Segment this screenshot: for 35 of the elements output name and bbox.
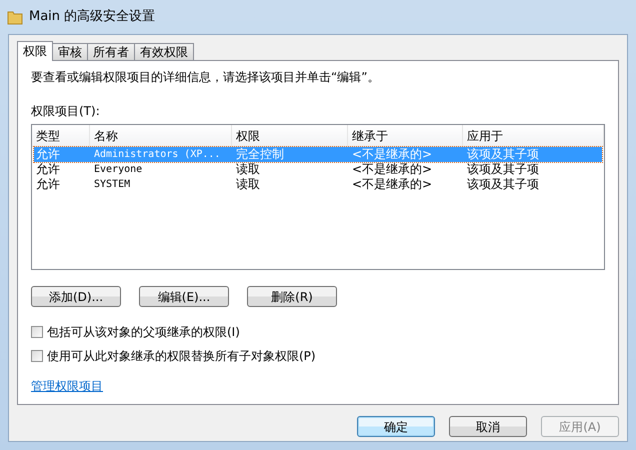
table-cell-text: 该项及其子项	[466, 147, 540, 162]
table-cell-text: <不是继承的>	[351, 147, 434, 162]
table-cell-text: 允许	[35, 162, 61, 177]
table-cell-text: 该项及其子项	[466, 177, 540, 192]
table-cell-text: 允许	[35, 147, 61, 162]
list-label: 权限项目(T):	[31, 103, 101, 120]
dialog-button[interactable]: 取消	[449, 416, 527, 437]
dialog-button[interactable]: 确定	[357, 416, 435, 437]
checkbox-label: 使用可从此对象继承的权限替换所有子对象权限(P)	[47, 348, 316, 365]
list-row[interactable]: 允许 SYSTEM 读取 <不是继承的> 该项及其子项	[34, 177, 602, 192]
table-cell-text: 该项及其子项	[466, 162, 540, 177]
list-button[interactable]: 删除(R)	[247, 286, 337, 307]
table-cell-text: 读取	[235, 162, 261, 177]
table-cell-text: SYSTEM	[93, 178, 132, 192]
table-cell-text: 允许	[35, 177, 61, 192]
list-button[interactable]: 编辑(E)...	[139, 286, 229, 307]
tab[interactable]: 有效权限	[134, 43, 194, 60]
manage-permissions-link[interactable]: 管理权限项目	[31, 379, 103, 393]
checkbox[interactable]	[31, 350, 43, 362]
tab[interactable]: 所有者	[87, 43, 135, 60]
list-button[interactable]: 添加(D)...	[31, 286, 121, 307]
checkbox-label: 包括可从该对象的父项继承的权限(I)	[47, 324, 240, 341]
tab[interactable]: 权限	[17, 41, 53, 61]
description-text: 要查看或编辑权限项目的详细信息，请选择该项目并单击“编辑”。	[31, 69, 380, 86]
table-cell-text: <不是继承的>	[351, 162, 434, 177]
table-cell-text: Everyone	[93, 163, 144, 177]
table-cell-text: Administrators (XP...	[93, 148, 222, 162]
table-cell-text: 完全控制	[235, 147, 285, 162]
table-cell-text: <不是继承的>	[351, 177, 434, 192]
folder-icon	[7, 9, 23, 25]
tab[interactable]: 审核	[52, 43, 88, 60]
list-row[interactable]: 允许 Everyone 读取 <不是继承的> 该项及其子项	[34, 162, 602, 177]
checkbox[interactable]	[31, 326, 43, 338]
table-cell-text: 读取	[235, 177, 261, 192]
window-title: Main 的高级安全设置	[29, 8, 156, 26]
